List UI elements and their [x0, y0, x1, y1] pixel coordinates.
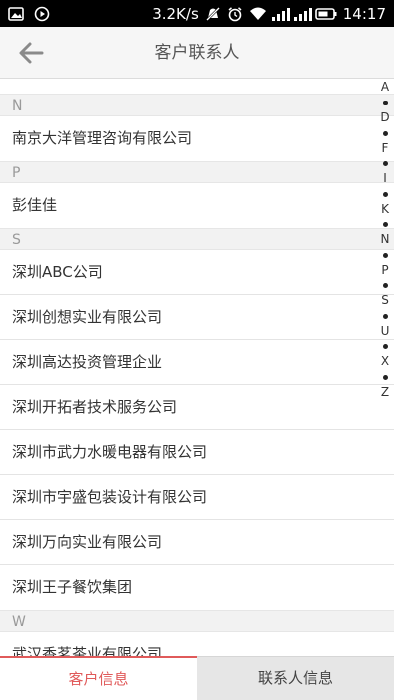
- section-header-w: W: [0, 610, 394, 632]
- back-button[interactable]: [14, 38, 48, 68]
- alarm-icon: [227, 6, 243, 22]
- list-item[interactable]: 南京大洋管理咨询有限公司: [0, 116, 394, 161]
- index-letter-k[interactable]: K: [381, 202, 389, 218]
- arrow-left-icon: [14, 42, 48, 72]
- index-dot[interactable]: [382, 161, 388, 167]
- section-header-n: N: [0, 94, 394, 116]
- page-title: 客户联系人: [154, 43, 240, 63]
- list-item[interactable]: 深圳高达投资管理企业: [0, 340, 394, 385]
- alphabet-index-bar[interactable]: A D F I K N P S U X Z: [376, 80, 394, 400]
- tab-contact-info[interactable]: 联系人信息: [197, 656, 394, 700]
- index-letter-s[interactable]: S: [381, 293, 389, 309]
- index-letter-a[interactable]: A: [381, 80, 389, 96]
- index-dot[interactable]: [382, 374, 388, 380]
- list-item[interactable]: 深圳市宇盛包装设计有限公司: [0, 475, 394, 520]
- index-letter-p[interactable]: P: [381, 263, 388, 279]
- gallery-notification-icon: [8, 6, 24, 22]
- index-dot[interactable]: [382, 100, 388, 106]
- mute-icon: [205, 6, 221, 22]
- media-play-notification-icon: [34, 6, 50, 22]
- signal-icon-sim2: [293, 6, 312, 22]
- list-item[interactable]: 深圳创想实业有限公司: [0, 295, 394, 340]
- index-letter-n[interactable]: N: [381, 232, 390, 248]
- section-header-p: P: [0, 161, 394, 183]
- index-dot[interactable]: [382, 130, 388, 136]
- app-header: 客户联系人: [0, 27, 394, 79]
- index-letter-z[interactable]: Z: [381, 385, 389, 401]
- index-letter-d[interactable]: D: [380, 110, 389, 126]
- index-letter-i[interactable]: I: [383, 171, 387, 187]
- battery-icon: [314, 6, 337, 22]
- clock: 14:17: [342, 4, 386, 23]
- signal-icon-sim1: [271, 6, 290, 22]
- section-header-s: S: [0, 228, 394, 250]
- list-item[interactable]: 深圳万向实业有限公司: [0, 520, 394, 565]
- list-item[interactable]: 深圳王子餐饮集团: [0, 565, 394, 610]
- list-item[interactable]: 武汉香茗茶业有限公司: [0, 632, 394, 656]
- index-dot[interactable]: [382, 313, 388, 319]
- list-item[interactable]: 深圳开拓者技术服务公司: [0, 385, 394, 430]
- list-item[interactable]: 深圳ABC公司: [0, 250, 394, 295]
- status-bar: 3.2K/s 14:17: [0, 0, 394, 27]
- index-dot[interactable]: [382, 222, 388, 228]
- index-letter-u[interactable]: U: [381, 324, 390, 340]
- wifi-icon: [249, 6, 266, 22]
- bottom-tab-bar: 客户信息 联系人信息: [0, 656, 394, 700]
- contact-list[interactable]: N 南京大洋管理咨询有限公司 P 彭佳佳 S 深圳ABC公司 深圳创想实业有限公…: [0, 79, 394, 656]
- index-dot[interactable]: [382, 344, 388, 350]
- index-dot[interactable]: [382, 283, 388, 289]
- list-item[interactable]: 深圳市武力水暖电器有限公司: [0, 430, 394, 475]
- list-item[interactable]: 彭佳佳: [0, 183, 394, 228]
- index-letter-f[interactable]: F: [382, 141, 389, 157]
- tab-customer-info[interactable]: 客户信息: [0, 656, 197, 700]
- index-dot[interactable]: [382, 252, 388, 258]
- index-dot[interactable]: [382, 191, 388, 197]
- index-letter-x[interactable]: X: [381, 354, 389, 370]
- network-speed: 3.2K/s: [152, 4, 199, 23]
